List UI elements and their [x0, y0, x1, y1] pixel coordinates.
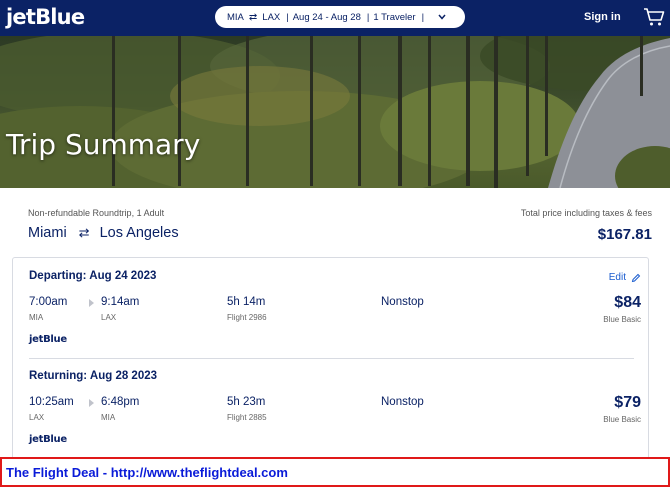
jetblue-airline-logo: jetBlue [29, 434, 67, 445]
flight-duration: 5h 23m [227, 396, 266, 408]
fare-class: Blue Basic [603, 315, 641, 324]
arrow-right-icon [89, 399, 94, 407]
pencil-icon [631, 273, 641, 282]
flight-deal-link[interactable]: The Flight Deal - http://www.theflightde… [6, 465, 288, 480]
arrow-right-icon [89, 299, 94, 307]
fare-class: Blue Basic [603, 415, 641, 424]
depart-time: 7:00am [29, 296, 68, 308]
trip-search-pill[interactable]: MIA ⇄ LAX | Aug 24 - Aug 28 | 1 Traveler… [215, 6, 465, 28]
trip-type-label: Non-refundable Roundtrip, 1 Adult [28, 208, 165, 218]
arrive-airport-code: MIA [101, 413, 116, 422]
arrive-time: 6:48pm [101, 396, 140, 408]
flight-deal-banner: The Flight Deal - http://www.theflightde… [0, 457, 670, 487]
hero-image: Trip Summary [0, 36, 670, 188]
depart-airport-code: MIA [29, 313, 44, 322]
pill-divider: | [421, 11, 425, 23]
leg-price: $84 [614, 294, 641, 311]
itinerary-box: Departing: Aug 24 2023 Edit 7:00am MIA 9… [12, 257, 649, 487]
origin-city: Miami [28, 225, 67, 241]
swap-icon: ⇄ [78, 225, 90, 240]
origin-code: MIA [227, 11, 244, 23]
flight-number: Flight 2986 [227, 313, 267, 322]
departing-leg: Departing: Aug 24 2023 Edit 7:00am MIA 9… [29, 270, 641, 345]
arrive-airport-code: LAX [101, 313, 117, 322]
leg-title: Returning: Aug 28 2023 [29, 370, 158, 382]
pill-divider: | [286, 11, 289, 23]
cart-icon[interactable] [643, 7, 665, 27]
arrive-time: 9:14am [101, 296, 140, 308]
edit-label: Edit [608, 272, 626, 283]
traveler-count: 1 Traveler [373, 11, 416, 23]
flight-number: Flight 2885 [227, 413, 267, 422]
destination-city: Los Angeles [99, 225, 179, 241]
stops-label: Nonstop [381, 396, 424, 408]
flight-duration: 5h 14m [227, 296, 266, 308]
returning-leg: Returning: Aug 28 2023 10:25am LAX 6:48p… [29, 370, 641, 445]
trip-summary-card: Non-refundable Roundtrip, 1 Adult Total … [6, 188, 670, 487]
route-summary: Miami ⇄ Los Angeles [28, 225, 179, 241]
depart-airport-code: LAX [29, 413, 45, 422]
hero-landscape [0, 36, 670, 188]
chevron-down-icon[interactable] [438, 13, 446, 22]
leg-price: $79 [614, 394, 641, 411]
leg-title: Departing: Aug 24 2023 [29, 270, 157, 282]
edit-button[interactable]: Edit [609, 272, 641, 283]
trip-dates: Aug 24 - Aug 28 [292, 11, 361, 23]
stops-label: Nonstop [381, 296, 424, 308]
leg-divider [29, 358, 634, 359]
jetblue-logo[interactable]: jetBlue [6, 5, 85, 29]
depart-time: 10:25am [29, 396, 74, 408]
total-price: $167.81 [597, 226, 652, 243]
top-nav: jetBlue MIA ⇄ LAX | Aug 24 - Aug 28 | 1 … [0, 0, 670, 36]
page-title: Trip Summary [6, 128, 201, 161]
destination-code: LAX [262, 11, 281, 23]
pill-divider: | [366, 11, 370, 23]
total-price-label: Total price including taxes & fees [520, 208, 652, 218]
sign-in-link[interactable]: Sign in [584, 11, 621, 23]
page: jetBlue MIA ⇄ LAX | Aug 24 - Aug 28 | 1 … [0, 0, 670, 487]
jetblue-airline-logo: jetBlue [29, 334, 67, 345]
swap-icon: ⇄ [248, 11, 258, 23]
